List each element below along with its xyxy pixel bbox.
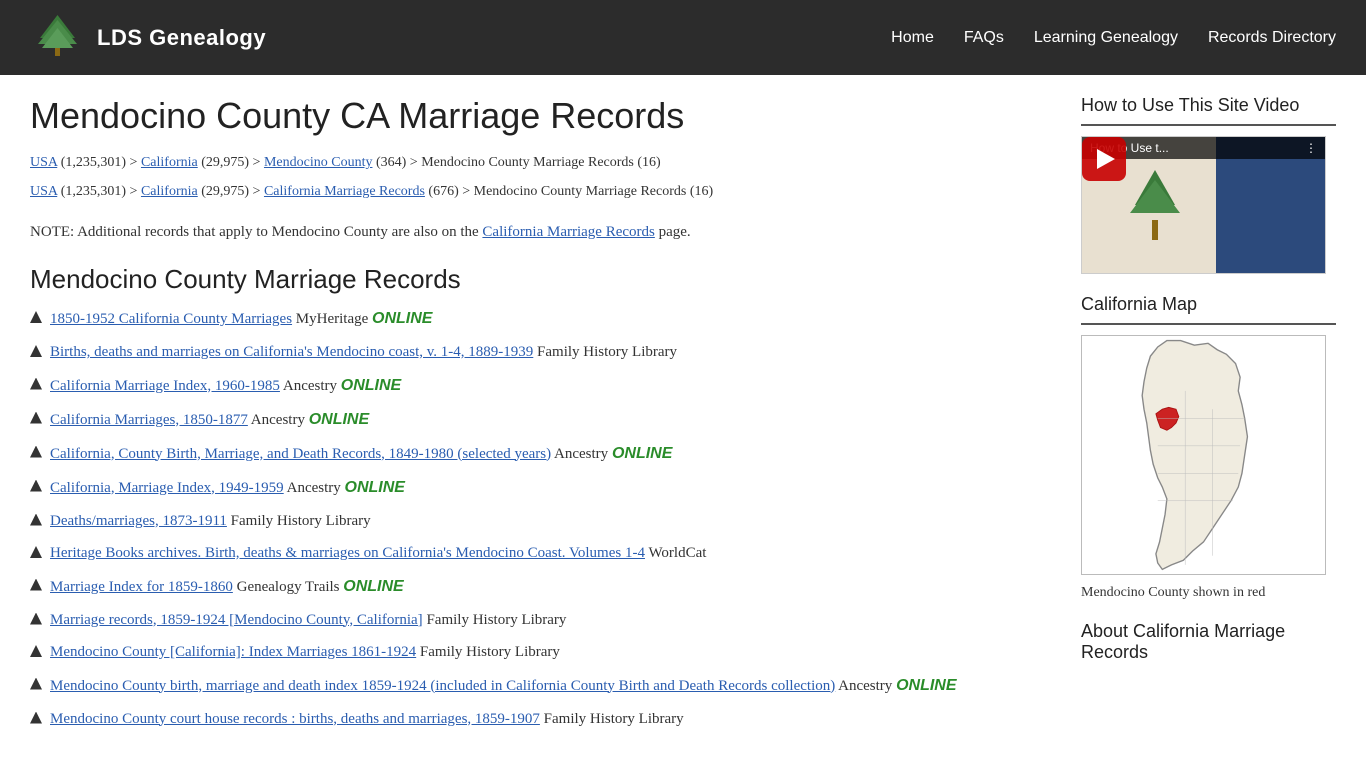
breadcrumb-california-1[interactable]: California [141,155,198,170]
list-item: California, County Birth, Marriage, and … [30,442,1041,466]
logo-text: LDS Genealogy [97,25,266,51]
main-container: Mendocino County CA Marriage Records USA… [0,75,1366,760]
play-triangle-icon [1097,149,1115,169]
california-map [1081,335,1326,575]
list-item: Deaths/marriages, 1873-1911 Family Histo… [30,510,1041,533]
record-link[interactable]: Marriage Index for 1859-1860 [50,579,233,595]
bullet-icon [30,412,42,424]
online-badge: ONLINE [341,377,401,394]
bullet-icon [30,645,42,657]
list-item: California Marriages, 1850-1877 Ancestry… [30,408,1041,432]
list-item: Marriage records, 1859-1924 [Mendocino C… [30,609,1041,632]
bullet-icon [30,446,42,458]
nav-home[interactable]: Home [891,29,934,47]
list-item: California Marriage Index, 1960-1985 Anc… [30,374,1041,398]
online-badge: ONLINE [612,445,672,462]
logo-area: LDS Genealogy [30,10,266,65]
note-text: NOTE: Additional records that apply to M… [30,220,1041,244]
main-nav: Home FAQs Learning Genealogy Records Dir… [891,29,1336,47]
record-link[interactable]: Marriage records, 1859-1924 [Mendocino C… [50,612,423,628]
bullet-icon [30,579,42,591]
bullet-icon [30,311,42,323]
records-list: 1850-1952 California County Marriages My… [30,307,1041,730]
record-link[interactable]: California, Marriage Index, 1949-1959 [50,480,284,496]
list-item: 1850-1952 California County Marriages My… [30,307,1041,331]
list-item: Marriage Index for 1859-1860 Genealogy T… [30,575,1041,599]
breadcrumb-1: USA (1,235,301) > California (29,975) > … [30,152,1041,173]
nav-records-directory[interactable]: Records Directory [1208,29,1336,47]
bullet-icon [30,514,42,526]
nav-learning-genealogy[interactable]: Learning Genealogy [1034,29,1178,47]
list-item: California, Marriage Index, 1949-1959 An… [30,476,1041,500]
california-map-container: Mendocino County shown in red [1081,335,1326,601]
online-badge: ONLINE [345,479,405,496]
bullet-icon [30,712,42,724]
note-ca-marriage-link[interactable]: California Marriage Records [482,224,654,240]
list-item: Births, deaths and marriages on Californ… [30,341,1041,364]
bullet-icon [30,678,42,690]
video-thumbnail[interactable]: How to Use t... ⋮ [1081,136,1326,274]
record-link[interactable]: Deaths/marriages, 1873-1911 [50,513,227,529]
record-link[interactable]: California, County Birth, Marriage, and … [50,446,551,462]
site-header: LDS Genealogy Home FAQs Learning Genealo… [0,0,1366,75]
logo-icon [30,10,85,65]
content-area: Mendocino County CA Marriage Records USA… [30,95,1041,740]
breadcrumb-california-2[interactable]: California [141,184,198,199]
bullet-icon [30,546,42,558]
breadcrumb-ca-marriage-records[interactable]: California Marriage Records [264,184,425,199]
section-title: Mendocino County Marriage Records [30,264,1041,295]
record-link[interactable]: Mendocino County birth, marriage and dea… [50,678,835,694]
bullet-icon [30,378,42,390]
online-badge: ONLINE [309,411,369,428]
list-item: Mendocino County [California]: Index Mar… [30,641,1041,664]
breadcrumb-2: USA (1,235,301) > California (29,975) > … [30,181,1041,202]
breadcrumb-usa-1[interactable]: USA [30,155,57,170]
list-item: Heritage Books archives. Birth, deaths &… [30,542,1041,565]
map-divider [1081,323,1336,325]
video-menu-icon: ⋮ [1305,141,1317,155]
nav-faqs[interactable]: FAQs [964,29,1004,47]
record-link[interactable]: Mendocino County court house records : b… [50,711,540,727]
breadcrumb-mendocino-county[interactable]: Mendocino County [264,155,373,170]
video-divider [1081,124,1336,126]
record-link[interactable]: Heritage Books archives. Birth, deaths &… [50,545,645,561]
map-section-title: California Map [1081,294,1336,315]
record-link[interactable]: California Marriage Index, 1960-1985 [50,378,280,394]
online-badge: ONLINE [372,310,432,327]
record-link[interactable]: Births, deaths and marriages on Californ… [50,344,533,360]
video-tree [1125,165,1185,245]
online-badge: ONLINE [896,677,956,694]
video-section-title: How to Use This Site Video [1081,95,1336,116]
sidebar: How to Use This Site Video How to Use t.… [1081,95,1336,740]
record-link[interactable]: 1850-1952 California County Marriages [50,311,292,327]
record-link[interactable]: Mendocino County [California]: Index Mar… [50,644,416,660]
breadcrumb-usa-2[interactable]: USA [30,184,57,199]
page-title: Mendocino County CA Marriage Records [30,95,1041,137]
map-caption: Mendocino County shown in red [1081,585,1326,601]
online-badge: ONLINE [343,578,403,595]
bullet-icon [30,613,42,625]
list-item: Mendocino County birth, marriage and dea… [30,674,1041,698]
record-link[interactable]: California Marriages, 1850-1877 [50,412,248,428]
video-play-button[interactable] [1082,137,1126,181]
bullet-icon [30,345,42,357]
about-section-title: About California Marriage Records [1081,621,1336,663]
list-item: Mendocino County court house records : b… [30,708,1041,731]
bullet-icon [30,480,42,492]
